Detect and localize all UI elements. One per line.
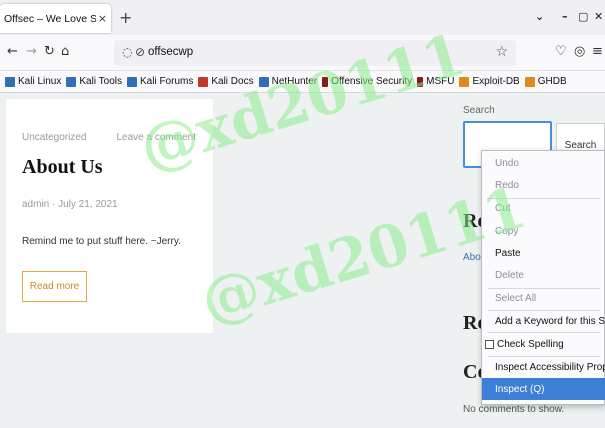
menu-item-paste[interactable]: Paste [482,242,605,264]
menu-item-inspect[interactable]: Inspect (Q) [482,378,605,400]
bookmark-label: Kali Linux [18,76,62,87]
check-spelling-label: Check Spelling [497,338,564,350]
pocket-icon[interactable]: ♡ [555,44,567,59]
bookmark-msfu[interactable]: MSFU [417,76,454,87]
kali-icon [126,76,137,87]
bookmark-offensive-security[interactable]: Offensive Security [322,76,412,87]
navigation-toolbar: ← → ↻ ⌂ ◌ ⊘ offsecwp ☆ ♡ ◎ ≡ [0,35,605,71]
page-info-icon[interactable]: ⊘ [135,45,145,59]
bookmark-label: NetHunter [271,76,318,87]
menu-item-delete[interactable]: Delete [482,264,605,286]
post-category-link[interactable]: Uncategorized [22,132,86,143]
bookmark-kali-docs[interactable]: Kali Docs [198,76,254,87]
close-window-icon[interactable]: ✕ [594,10,603,23]
bookmark-label: Kali Docs [211,76,254,87]
kali-icon [66,76,77,87]
forward-icon[interactable]: → [26,44,37,59]
bookmark-nethunter[interactable]: NetHunter [258,76,318,87]
kali-icon [5,76,15,87]
post-meta: admin · July 21, 2021 [22,199,118,210]
close-tab-icon[interactable]: × [98,12,107,25]
read-more-button[interactable]: Read more [22,271,87,302]
nethunter-icon [258,76,269,87]
bookmark-label: Kali Forums [139,76,194,87]
menu-item-redo[interactable]: Redo [482,174,605,196]
bookmark-ghdb[interactable]: GHDB [524,76,567,87]
bookmark-label: Offensive Security [331,76,413,87]
menu-item-undo[interactable]: Undo [482,152,605,174]
bookmark-star-icon[interactable]: ☆ [495,44,508,60]
offsec-icon [322,76,329,87]
checkbox-icon [485,339,494,349]
bookmark-kali-tools[interactable]: Kali Tools [66,76,122,87]
post-title[interactable]: About Us [22,156,103,179]
menu-item-inspect-accessibility[interactable]: Inspect Accessibility Properties [482,356,605,378]
minimize-icon[interactable]: – [562,10,568,23]
bookmarks-toolbar: Kali Linux Kali Tools Kali Forums Kali D… [0,71,605,93]
bookmark-label: MSFU [426,76,455,87]
search-label: Search [463,105,495,116]
account-icon[interactable]: ◎ [574,44,585,59]
bookmark-label: Exploit-DB [472,76,520,87]
exploit-db-icon [459,76,470,87]
home-icon[interactable]: ⌂ [61,44,69,59]
post-excerpt: Remind me to put stuff here. ~Jerry. [22,236,181,247]
bookmark-kali-linux[interactable]: Kali Linux [5,76,61,87]
menu-item-cut[interactable]: Cut [482,197,605,219]
context-menu: Undo Redo Cut Copy Paste Delete Select A… [481,150,605,405]
active-tab[interactable]: Offsec – We Love Security To × [0,4,111,33]
bookmark-label: Kali Tools [79,76,122,87]
menu-item-check-spelling[interactable]: Check Spelling [482,333,605,355]
tab-title: Offsec – We Love Security To [4,12,96,25]
no-comments-text: No comments to show. [463,404,565,415]
address-bar[interactable]: ◌ ⊘ offsecwp ☆ [114,40,516,66]
maximize-icon[interactable]: ▢ [578,10,588,23]
leave-comment-link[interactable]: Leave a comment [117,132,197,143]
back-icon[interactable]: ← [7,44,18,59]
shield-icon[interactable]: ◌ [122,45,132,59]
new-tab-icon[interactable]: + [119,8,132,27]
tab-list-icon[interactable]: ⌄ [535,10,544,23]
menu-item-copy[interactable]: Copy [482,220,605,242]
bookmark-exploit-db[interactable]: Exploit-DB [459,76,520,87]
url-text[interactable]: offsecwp [148,46,193,58]
menu-item-add-keyword[interactable]: Add a Keyword for this Search... [482,310,605,332]
menu-icon[interactable]: ≡ [592,44,603,59]
reload-icon[interactable]: ↻ [44,44,55,59]
bookmark-label: GHDB [537,76,567,87]
offsec-icon [417,76,424,87]
ghdb-icon [524,76,535,87]
tab-bar: Offsec – We Love Security To × + ⌄ – ▢ ✕ [0,0,605,35]
post-card: Uncategorized Leave a comment About Us a… [6,99,213,333]
menu-item-select-all[interactable]: Select All [482,287,605,309]
bookmark-kali-forums[interactable]: Kali Forums [126,76,194,87]
docs-icon [198,76,209,87]
